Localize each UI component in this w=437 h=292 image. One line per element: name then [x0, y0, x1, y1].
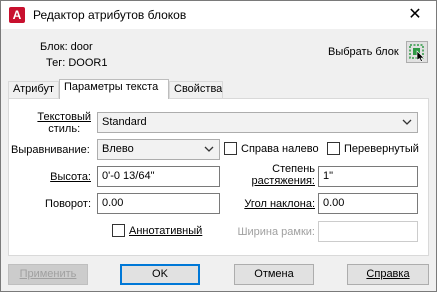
justification-dropdown[interactable]: Влево: [97, 139, 220, 160]
boundary-width-input: [318, 221, 418, 242]
backwards-checkbox[interactable]: [224, 142, 237, 155]
autocad-app-icon: A: [9, 7, 25, 23]
text-style-dropdown[interactable]: Standard: [97, 112, 418, 133]
width-factor-input[interactable]: 1": [318, 166, 418, 187]
close-icon: ✕: [408, 6, 422, 23]
justification-label: Выравнивание:: [11, 144, 90, 156]
close-button[interactable]: ✕: [400, 4, 430, 26]
pick-block-label: Выбрать блок: [328, 46, 399, 58]
boundary-width-label: Ширина рамки:: [237, 226, 315, 238]
text-options-panel: Текстовый стиль: Standard Выравнивание: …: [8, 98, 429, 256]
tag-name-label: Тег: DOOR1: [46, 57, 108, 69]
help-button[interactable]: Справка: [347, 264, 429, 285]
oblique-angle-input[interactable]: 0.00: [318, 193, 418, 214]
ok-button[interactable]: OK: [120, 264, 200, 285]
upside-down-label: Перевернутый: [344, 143, 419, 155]
pick-block-icon: [409, 44, 425, 62]
oblique-angle-label: Угол наклона:: [244, 198, 315, 210]
chevron-down-icon: [204, 146, 214, 152]
block-attribute-editor-dialog: A Редактор атрибутов блоков ✕ Блок: door…: [0, 0, 437, 292]
height-input[interactable]: 0'-0 13/64": [97, 166, 220, 187]
pick-block-button[interactable]: [406, 41, 428, 63]
tab-text-options[interactable]: Параметры текста: [59, 79, 169, 99]
window-title: Редактор атрибутов блоков: [33, 8, 187, 22]
rotation-input[interactable]: 0.00: [97, 193, 220, 214]
upside-down-checkbox[interactable]: [327, 142, 340, 155]
chevron-down-icon: [402, 119, 412, 125]
text-style-label: Текстовый стиль:: [37, 111, 91, 135]
width-factor-label: Степень растяжения:: [251, 163, 315, 187]
rotation-label: Поворот:: [45, 198, 91, 210]
annotative-label: Аннотативный: [129, 225, 203, 237]
cancel-button[interactable]: Отмена: [234, 264, 314, 285]
tab-properties[interactable]: Свойства: [169, 81, 223, 98]
title-bar: A Редактор атрибутов блоков ✕: [1, 1, 436, 29]
apply-button: Применить: [8, 264, 88, 285]
tab-attribute[interactable]: Атрибут: [8, 81, 59, 98]
annotative-checkbox[interactable]: [112, 224, 125, 237]
backwards-label: Справа налево: [241, 143, 319, 155]
height-label: Высота:: [50, 171, 91, 183]
block-name-label: Блок: door: [40, 41, 93, 53]
